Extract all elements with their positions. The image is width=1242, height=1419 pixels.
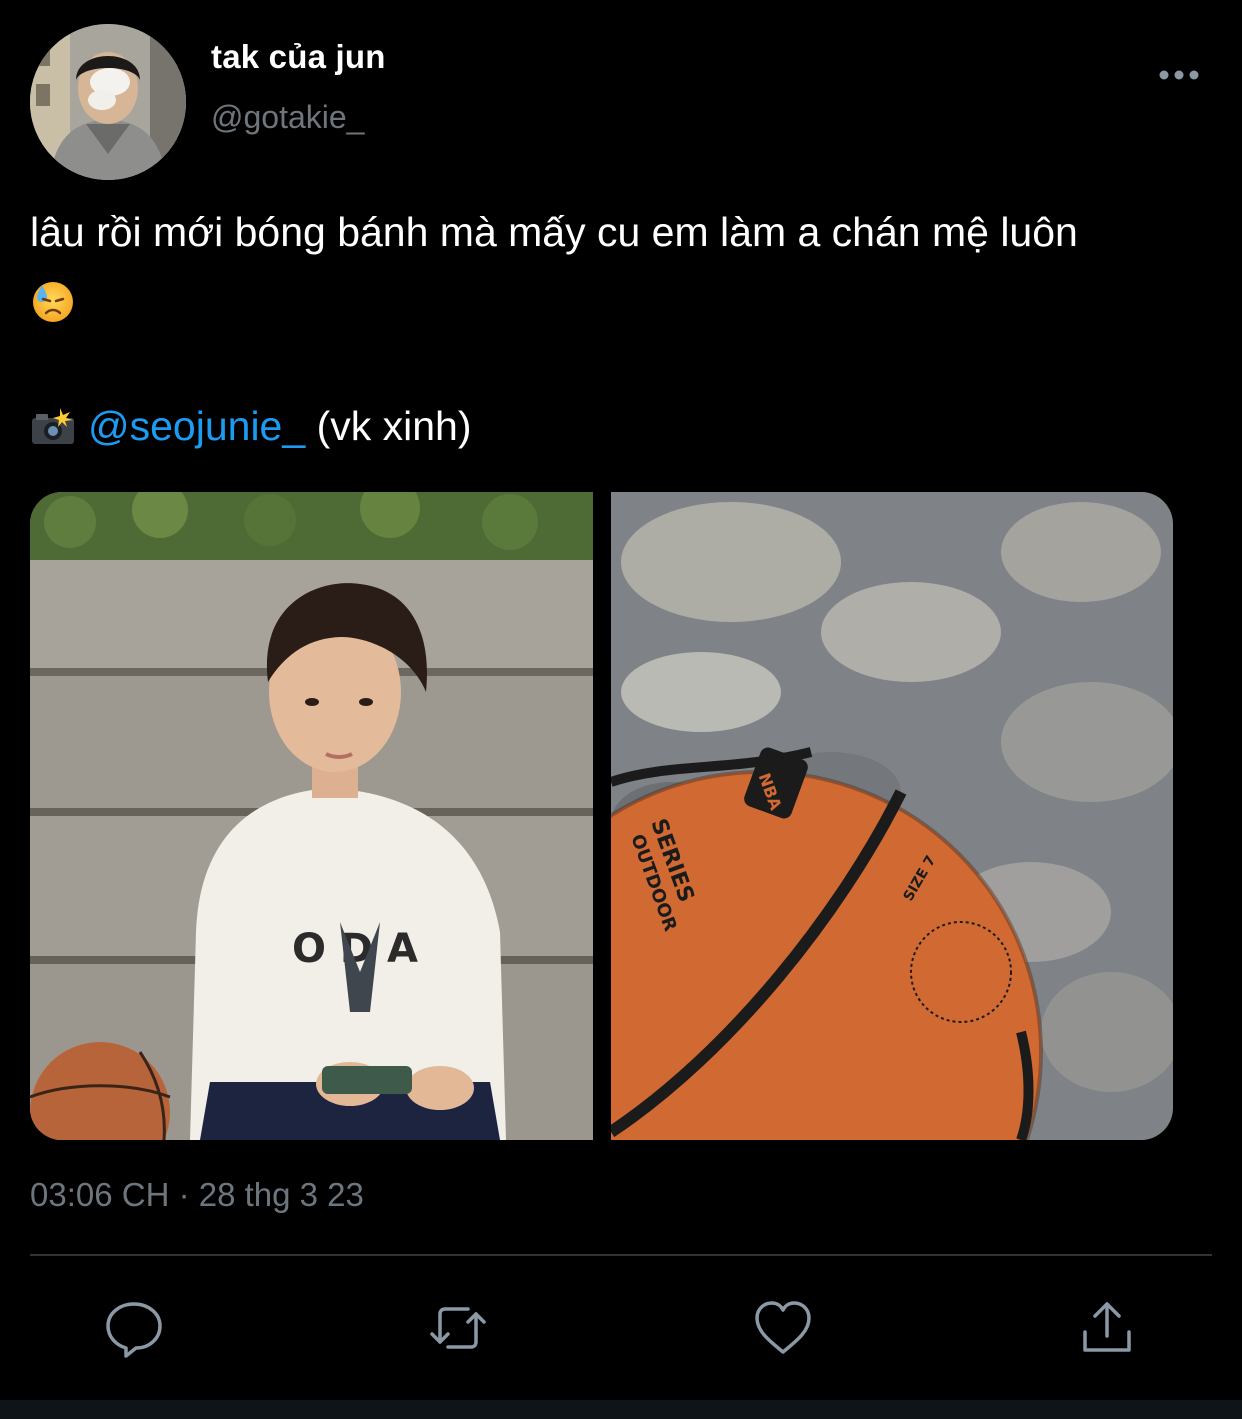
reply-button[interactable] [102,1296,166,1360]
person-sitting-on-steps-photo[interactable]: O D A [30,492,593,1140]
share-icon [1083,1302,1131,1352]
mention-line: @seojunie_ (vk xinh) [30,399,471,454]
camera-with-flash-icon [30,405,76,445]
bottom-bar [0,1400,1242,1419]
more-dots-icon [1159,70,1199,80]
like-button[interactable] [751,1296,815,1360]
avatar-photo [30,24,186,180]
user-handle[interactable]: @gotakie_ [211,99,364,136]
more-options-button[interactable] [1152,56,1206,94]
display-name[interactable]: tak của jun [211,38,386,76]
downcast-face-with-sweat-icon [31,279,75,323]
basketball-on-pavement-photo[interactable]: NBA SERIES OUTDOOR SIZE 7 [611,492,1173,1140]
reply-icon [106,1302,162,1358]
avatar[interactable] [30,24,186,180]
mention-suffix: (vk xinh) [316,403,472,449]
heart-icon [755,1301,811,1354]
retweet-button[interactable] [426,1296,490,1360]
tweet-text: lâu rồi mới bóng bánh mà mấy cu em làm a… [30,209,1078,255]
mention-link[interactable]: @seojunie_ [88,403,305,449]
tweet-timestamp[interactable]: 03:06 CH · 28 thg 3 23 [30,1176,364,1214]
divider [30,1254,1212,1256]
retweet-icon [430,1307,486,1349]
share-button[interactable] [1075,1296,1139,1360]
